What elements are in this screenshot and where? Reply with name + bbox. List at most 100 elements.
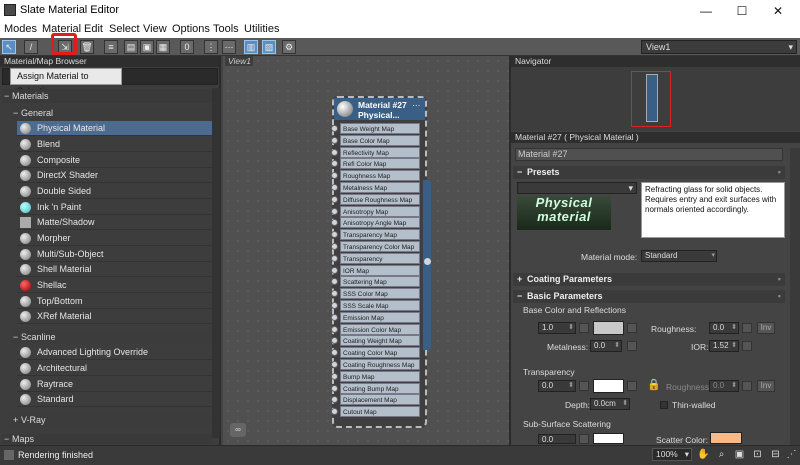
node-slot[interactable]: Transparency Color Map [340,241,420,252]
list-item[interactable]: Raytrace [17,377,212,392]
roughness-inv-button[interactable]: Inv [757,322,775,334]
node-slot[interactable]: Emission Color Map [340,323,420,335]
menu-view[interactable]: View [143,23,167,35]
sss-color-swatch[interactable] [593,433,624,444]
metalness-map-button[interactable] [627,341,637,351]
list-item[interactable]: Double Sided [17,184,212,199]
browser-scrollbar[interactable] [212,88,220,438]
view-dropdown[interactable]: View1 ▾ [641,40,797,54]
roughness-spinner[interactable]: 0.0 ⬍ [709,322,739,334]
move-children-icon[interactable]: ≡ [104,40,118,54]
input-socket[interactable] [331,372,338,380]
pan-icon[interactable]: ✋ [697,448,710,461]
transparency-weight-spinner[interactable]: 0.0 ⬍ [538,380,576,392]
node-slot[interactable]: Base Weight Map [340,123,420,134]
list-item[interactable]: Top/Bottom [17,294,212,309]
tab-view1[interactable]: View1 [225,56,253,66]
node-slot[interactable]: IOR Map [340,264,420,276]
node-slot[interactable]: Anisotropy Map [340,205,420,217]
material-name-field[interactable]: Material #27 [515,148,783,161]
node-collapse-icon[interactable]: … [412,98,421,108]
list-item[interactable]: Morpher [17,231,212,246]
group-general[interactable]: − General [11,106,211,120]
maximize-icon[interactable]: ☐ [732,2,752,20]
sss-weight-spinner[interactable]: 0.0 [538,434,576,444]
node-slot[interactable]: Refl Color Map [340,158,420,170]
preset-dropdown[interactable]: ▾ [517,182,637,194]
material-mode-dropdown[interactable]: Standard ▾ [641,250,717,262]
minimize-icon[interactable]: — [696,2,716,20]
menu-select[interactable]: Select [109,23,140,35]
list-item[interactable]: Blend [17,137,212,152]
zoom-region-icon[interactable]: ▣ [733,448,746,461]
depth-spinner[interactable]: 0.0cm ⬍ [590,398,630,410]
select-tool-icon[interactable]: ↖ [2,40,16,54]
menu-edit[interactable]: Edit [84,23,103,35]
node-slot[interactable]: Roughness Map [340,170,420,182]
node-slot[interactable]: Displacement Map [340,394,420,406]
transparency-color-map-button[interactable] [627,381,637,391]
zoom-extents-icon[interactable]: ⊡ [751,448,764,461]
transparency-weight-map-button[interactable] [579,381,589,391]
node-slot[interactable]: Coating Weight Map [340,335,420,347]
menu-options[interactable]: Options [172,23,210,35]
list-item[interactable]: Ink 'n Paint [17,200,212,215]
rollout-coating[interactable]: + Coating Parameters ▪ [513,273,785,286]
list-item[interactable]: Architectural [17,361,212,376]
input-socket[interactable] [331,148,338,156]
menu-utilities[interactable]: Utilities [244,23,279,35]
node-slot[interactable]: Transparency Roughnes... [340,252,420,274]
layout-horizontal-icon[interactable]: ⋯ [222,40,236,54]
node-slot[interactable]: Diffuse Roughness Map [340,193,420,205]
node-slot[interactable]: Cutout Map [340,406,420,418]
group-vray[interactable]: + V-Ray [11,413,211,427]
list-item[interactable]: Multi/Sub-Object [17,247,212,262]
list-item[interactable]: DirectX Shader [17,168,212,183]
input-socket[interactable] [331,195,338,203]
zoom-selected-icon[interactable]: ⊟ [769,448,782,461]
list-item[interactable]: XRef Material [17,309,212,324]
zoom-dropdown[interactable]: 100% ▾ [652,448,692,461]
rollout-basic[interactable]: − Basic Parameters ▪ [513,290,785,303]
input-socket[interactable] [331,136,338,144]
node-slot[interactable]: SSS Scale Map [340,300,420,311]
transparency-inv-button[interactable]: Inv [757,380,775,392]
group-materials[interactable]: − Materials [2,89,212,103]
output-socket[interactable] [424,258,431,265]
transparency-color-swatch[interactable] [593,379,624,393]
node-slot[interactable]: Base Color Map [340,134,420,146]
close-icon[interactable]: ✕ [768,2,788,20]
input-socket[interactable] [331,313,338,321]
nav-toggle-icon[interactable]: ▥ [244,40,258,54]
node-slot[interactable]: Coating Bump Map [340,382,420,394]
list-item[interactable]: Physical Material [17,121,212,136]
input-socket[interactable] [331,125,338,132]
list-item[interactable]: Standard [17,392,212,407]
input-socket[interactable] [331,254,338,262]
input-socket[interactable] [331,266,338,274]
group-maps[interactable]: − Maps [2,434,212,444]
scatter-color-swatch[interactable] [710,432,742,444]
base-weight-map-button[interactable] [579,323,589,333]
checker-icon[interactable]: ▦ [156,40,170,54]
node-slot[interactable]: Reflectivity Map [340,146,420,158]
input-socket[interactable] [331,207,338,215]
lock-icon[interactable]: 🔒 [647,378,661,391]
list-item[interactable]: Shell Material [17,262,212,277]
node-slot[interactable]: SSS Color Map [340,288,420,300]
eyedropper-icon[interactable]: / [24,40,38,54]
properties-scrollbar[interactable] [790,148,800,445]
ior-map-button[interactable] [742,341,752,351]
node-slot[interactable]: Anisotropy Angle Map [340,217,420,229]
group-scanline[interactable]: − Scanline [11,330,211,344]
ior-spinner[interactable]: 1.52 ⬍ [709,340,739,352]
background-icon[interactable]: ▣ [140,40,154,54]
node-slot[interactable]: Transparency Map [340,229,420,241]
base-color-map-button[interactable] [627,323,637,333]
options-icon[interactable]: ⚙ [282,40,296,54]
transparency-roughness-map-button[interactable] [742,381,752,391]
zoom-icon[interactable]: ⌕ [715,448,728,461]
input-socket[interactable] [331,243,338,250]
node-slot[interactable]: Bump Map [340,370,420,382]
node-slot[interactable]: Coating Roughness Map [340,359,420,370]
